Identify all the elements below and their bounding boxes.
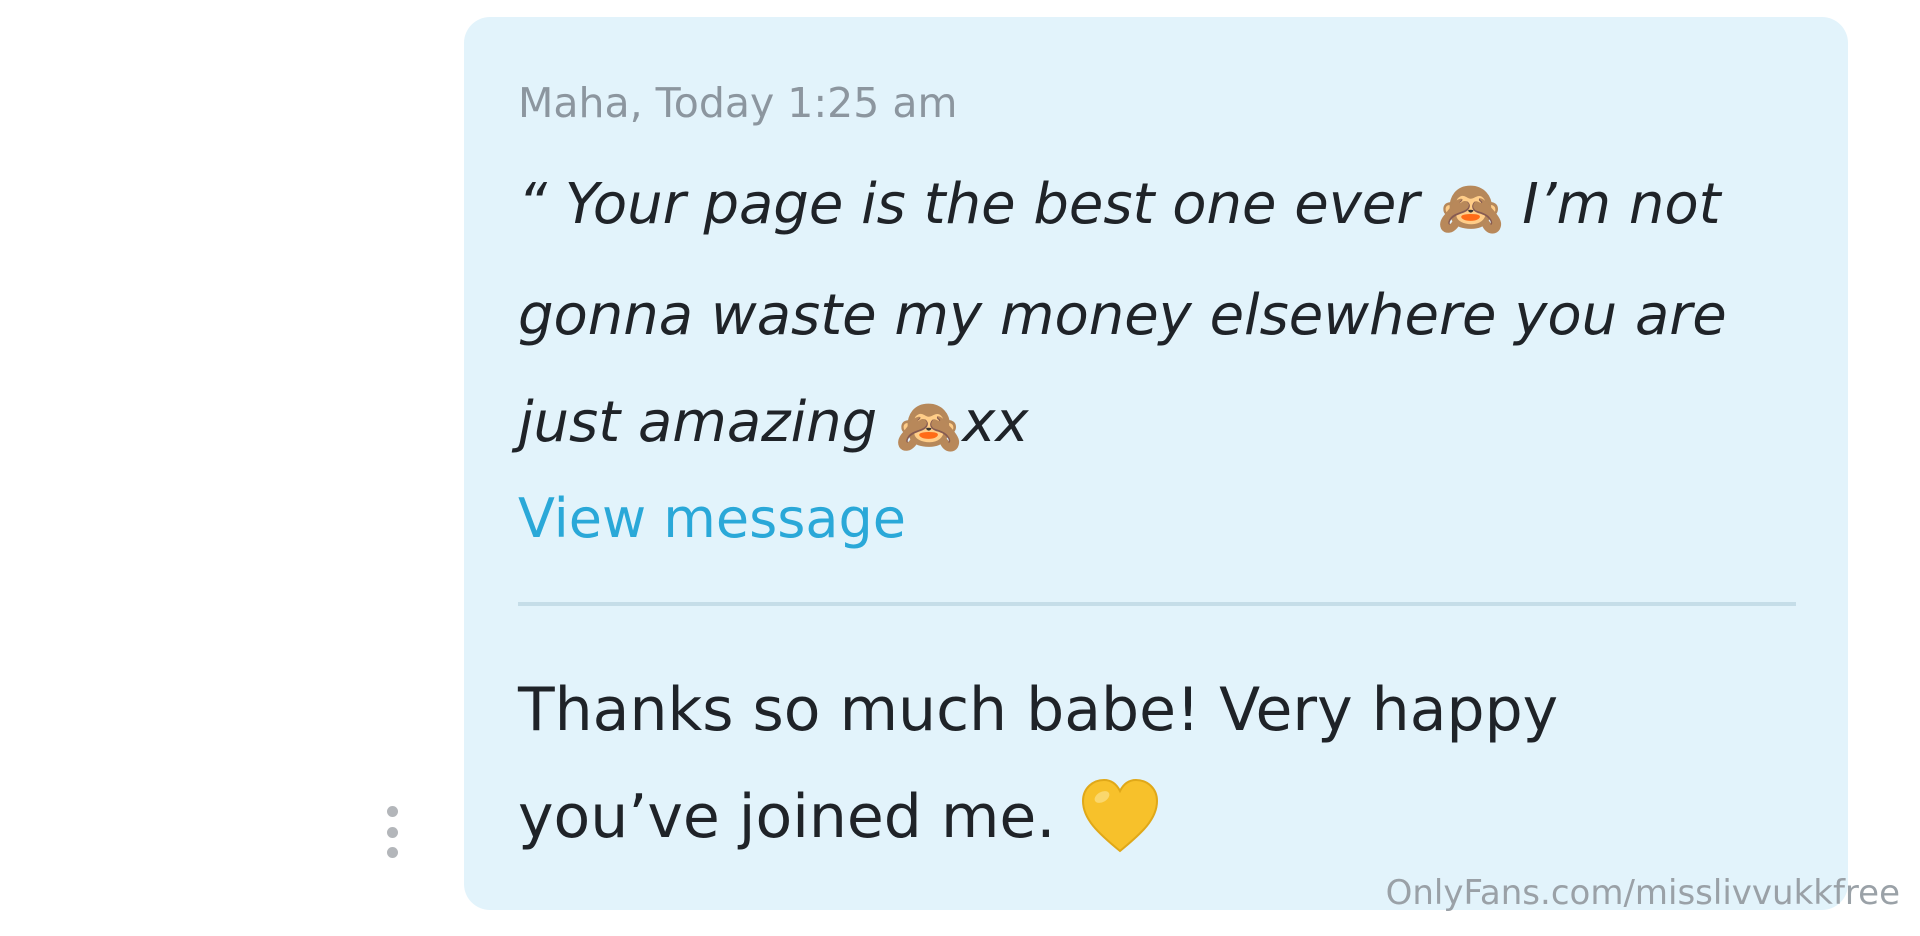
reply-message: Thanks so much babe! Very happy you’ve j… [518, 657, 1778, 871]
quote-text-part1: “ Your page is the best one ever [518, 172, 1438, 237]
see-no-evil-monkey-icon: 🙈 [1437, 177, 1505, 240]
view-message-link[interactable]: View message [518, 487, 906, 550]
message-bubble: Maha, Today 1:25 am “ Your page is the b… [464, 17, 1848, 910]
more-dot [386, 806, 398, 817]
chat-canvas: Maha, Today 1:25 am “ Your page is the b… [0, 0, 1920, 936]
more-options-icon[interactable] [378, 802, 406, 862]
yellow-heart-icon [1080, 777, 1160, 855]
watermark: OnlyFans.com/misslivvukkfree [1385, 873, 1900, 913]
more-dot [386, 826, 398, 838]
message-meta: Maha, Today 1:25 am [518, 79, 958, 127]
more-dot [386, 847, 398, 858]
quote-text-part3: xx [962, 390, 1029, 455]
see-no-evil-monkey-icon: 🙈 [894, 395, 963, 458]
divider [518, 602, 1796, 606]
reply-text: Thanks so much babe! Very happy you’ve j… [518, 675, 1559, 852]
quoted-message: “ Your page is the best one ever 🙈 I’m n… [518, 151, 1778, 480]
